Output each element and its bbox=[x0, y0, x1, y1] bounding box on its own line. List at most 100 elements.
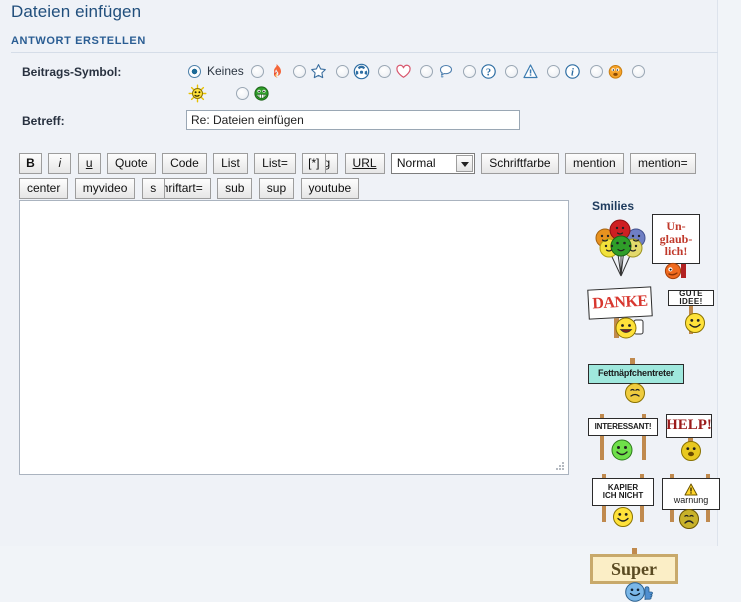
font-size-select[interactable]: Normal bbox=[390, 153, 475, 174]
smiley-orange-icon bbox=[606, 62, 625, 81]
smiley-kapier-ich-nicht[interactable]: KAPIER ICH NICHT bbox=[592, 472, 656, 530]
post-icon-option-flamme[interactable] bbox=[251, 60, 286, 82]
subject-input[interactable] bbox=[186, 110, 520, 130]
info-icon: i bbox=[563, 62, 582, 81]
page-title: Dateien einfügen bbox=[11, 2, 142, 21]
speech-bubble-icon bbox=[436, 62, 455, 81]
url-button[interactable]: URL bbox=[344, 153, 385, 174]
smiley-gute-idee[interactable]: GUTE IDEE! bbox=[668, 288, 718, 340]
radio-warnung[interactable] bbox=[505, 64, 519, 78]
smiley-super[interactable]: Super bbox=[590, 536, 686, 602]
post-icon-label: Beitrags-Symbol: bbox=[22, 65, 122, 79]
smilies-panel: Un- glaub- lich! DANKE GUTE IDEE! Fettnä… bbox=[586, 214, 720, 602]
smilies-title: Smilies bbox=[592, 199, 635, 213]
star-icon bbox=[309, 62, 328, 81]
underline-button[interactable]: u bbox=[77, 153, 101, 174]
question-mark-icon: ? bbox=[479, 62, 498, 81]
list-ordered-button[interactable]: List= bbox=[254, 153, 296, 174]
post-icon-option-info[interactable]: i bbox=[547, 60, 582, 82]
smiley-danke[interactable]: DANKE bbox=[587, 286, 664, 340]
list-item-button[interactable]: [*] bbox=[302, 153, 326, 174]
heart-icon bbox=[394, 62, 413, 81]
smiley-interessant-label: INTERESSANT! bbox=[588, 418, 658, 436]
flame-icon bbox=[267, 62, 286, 81]
smiley-unglaublich-line3: lich! bbox=[664, 244, 688, 259]
radio-herz[interactable] bbox=[378, 64, 392, 78]
quote-button[interactable]: Quote bbox=[107, 153, 156, 174]
section-header: ANTWORT ERSTELLEN bbox=[11, 35, 146, 47]
radioactive-icon bbox=[352, 62, 371, 81]
embarrassed-face-icon bbox=[625, 383, 645, 403]
mention-named-button[interactable]: mention= bbox=[629, 153, 696, 174]
worried-face-icon bbox=[681, 441, 701, 461]
post-icon-option-warnung[interactable] bbox=[505, 60, 540, 82]
code-button[interactable]: Code bbox=[162, 153, 207, 174]
post-icon-option-sonne[interactable] bbox=[632, 60, 646, 82]
blue-thumbs-up-face-icon bbox=[625, 582, 653, 602]
mention-button[interactable]: mention bbox=[564, 153, 624, 174]
post-icon-row-2 bbox=[188, 82, 275, 106]
smiley-fettnaepfchentreter-label: Fettnäpfchentreter bbox=[588, 364, 684, 384]
smiley-help-label: HELP! bbox=[666, 414, 712, 438]
font-size-selected-value: Normal bbox=[396, 156, 436, 170]
smiley-danke-label: DANKE bbox=[587, 286, 653, 320]
green-face-icon bbox=[611, 439, 633, 461]
bold-button[interactable]: B bbox=[19, 153, 42, 174]
green-grin-icon bbox=[252, 84, 271, 103]
warning-triangle-icon-small bbox=[684, 483, 698, 496]
svg-text:?: ? bbox=[486, 67, 491, 78]
myvideo-button[interactable]: myvideo bbox=[74, 178, 136, 199]
post-icon-option-keines[interactable]: Keines bbox=[188, 60, 244, 82]
italic-button[interactable]: i bbox=[48, 153, 72, 174]
radio-info[interactable] bbox=[547, 64, 561, 78]
yellow-face-icon-2 bbox=[613, 507, 633, 527]
strike-button[interactable]: s bbox=[141, 178, 165, 199]
smiley-fettnaepfchentreter[interactable]: Fettnäpfchentreter bbox=[588, 348, 698, 404]
radio-frage[interactable] bbox=[462, 64, 476, 78]
orange-face-icon bbox=[664, 262, 682, 280]
chevron-down-icon[interactable] bbox=[455, 155, 473, 172]
header-divider bbox=[11, 52, 718, 53]
radio-stern[interactable] bbox=[293, 64, 307, 78]
superscript-button[interactable]: sup bbox=[258, 178, 295, 199]
smiley-gute-idee-label: GUTE IDEE! bbox=[668, 289, 714, 306]
list-button[interactable]: List bbox=[213, 153, 248, 174]
center-button[interactable]: center bbox=[19, 178, 69, 199]
danke-face-icon bbox=[615, 317, 644, 339]
message-textarea[interactable] bbox=[19, 200, 569, 475]
youtube-button[interactable]: youtube bbox=[300, 178, 360, 199]
bbcode-toolbar: B i u Quote Code List List= [*] Img URL … bbox=[19, 153, 709, 203]
radio-flamme[interactable] bbox=[251, 64, 265, 78]
smiley-unglaublich-line1: Un- bbox=[666, 219, 686, 234]
smiley-warnung[interactable]: warnung bbox=[662, 472, 722, 530]
post-icon-radio-group: Keines ? i bbox=[188, 60, 698, 84]
post-icon-option-sprechblase[interactable] bbox=[420, 60, 455, 82]
post-icon-option-stern[interactable] bbox=[293, 60, 328, 82]
subject-label: Betreff: bbox=[22, 114, 65, 128]
radio-keines[interactable] bbox=[188, 64, 201, 78]
sun-icon-cell[interactable] bbox=[188, 82, 207, 104]
radio-sonne[interactable] bbox=[632, 64, 646, 78]
yellow-face-icon bbox=[685, 313, 705, 333]
post-icon-option-herz[interactable] bbox=[378, 60, 413, 82]
smiley-help[interactable]: HELP! bbox=[666, 410, 718, 466]
font-color-button[interactable]: Schriftfarbe bbox=[481, 153, 559, 174]
radio-gruenes-grinsen[interactable] bbox=[236, 86, 250, 100]
subscript-button[interactable]: sub bbox=[217, 178, 253, 199]
post-icon-option-radioaktiv[interactable] bbox=[335, 60, 371, 82]
smiley-interessant[interactable]: INTERESSANT! bbox=[588, 410, 660, 466]
post-icon-option-frage[interactable]: ? bbox=[462, 60, 498, 82]
post-icon-option-smiley-orange[interactable] bbox=[589, 60, 625, 82]
radio-radioaktiv[interactable] bbox=[335, 64, 349, 78]
post-reply-page: Dateien einfügen ANTWORT ERSTELLEN Beitr… bbox=[0, 0, 741, 602]
post-icon-none-label: Keines bbox=[207, 64, 244, 78]
radio-smiley-orange[interactable] bbox=[589, 64, 603, 78]
smiley-luftballons[interactable] bbox=[591, 216, 653, 278]
smiley-kapier-line2: ICH NICHT bbox=[602, 491, 644, 500]
smiley-warnung-label: warnung bbox=[673, 494, 709, 505]
resize-handle-icon[interactable] bbox=[555, 461, 565, 471]
sun-icon bbox=[188, 84, 207, 103]
post-icon-option-gruenes-grinsen[interactable] bbox=[236, 82, 271, 104]
radio-sprechblase[interactable] bbox=[420, 64, 434, 78]
smiley-unglaublich[interactable]: Un- glaub- lich! bbox=[650, 214, 708, 282]
